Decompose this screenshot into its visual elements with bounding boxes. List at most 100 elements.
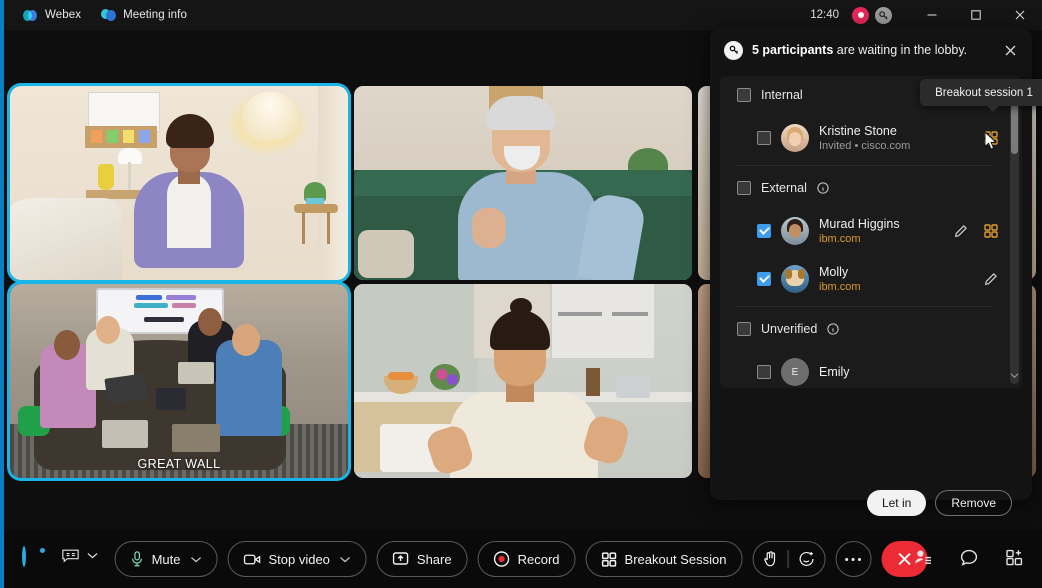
chevron-down-icon[interactable] — [190, 556, 201, 563]
video-feed — [10, 86, 348, 280]
close-window-button[interactable] — [998, 0, 1042, 30]
remove-button[interactable]: Remove — [935, 490, 1012, 516]
row-actions — [954, 224, 1008, 238]
lobby-group-external[interactable]: External — [720, 169, 1008, 207]
participant-subtitle: ibm.com — [819, 280, 974, 294]
meeting-info-label: Meeting info — [123, 9, 187, 21]
group-label: Internal — [761, 88, 803, 102]
row-meta: Kristine Stone Invited • cisco.com — [819, 124, 974, 153]
participant-name: Emily — [819, 365, 1008, 380]
webex-assistant-icon[interactable] — [22, 548, 44, 570]
video-tile[interactable] — [354, 284, 692, 478]
meeting-info-button[interactable]: Meeting info — [91, 0, 197, 30]
let-in-button[interactable]: Let in — [867, 490, 926, 516]
lobby-row-emily[interactable]: E Emily — [720, 348, 1008, 388]
lobby-list-scroll-area[interactable]: Internal Kristine Stone Invited • cisco.… — [720, 76, 1008, 388]
group-checkbox-internal[interactable] — [737, 88, 751, 102]
toolbar-right-controls — [914, 549, 1024, 566]
breakout-session-button[interactable]: Breakout Session — [586, 541, 743, 577]
clock-label: 12:40 — [810, 9, 839, 21]
record-icon — [494, 551, 510, 567]
apps-icon — [1006, 549, 1024, 566]
more-options-button[interactable] — [835, 541, 871, 577]
lobby-list-scrollbar[interactable] — [1010, 80, 1019, 384]
mute-label: Mute — [152, 552, 181, 567]
title-bar-left: Webex Meeting info — [0, 0, 197, 30]
row-checkbox[interactable] — [757, 365, 771, 379]
row-meta: Murad Higgins ibm.com — [819, 217, 944, 246]
close-icon[interactable] — [997, 37, 1023, 63]
lobby-group-unverified[interactable]: Unverified — [720, 310, 1008, 348]
window-left-accent — [0, 0, 4, 588]
row-checkbox[interactable] — [757, 272, 771, 286]
video-feed — [354, 86, 692, 280]
emoji-icon[interactable] — [798, 551, 814, 567]
participants-button[interactable] — [914, 549, 932, 566]
lobby-panel-header: 5 participants are waiting in the lobby. — [710, 28, 1032, 72]
lobby-row-murad-higgins[interactable]: Murad Higgins ibm.com — [720, 207, 1008, 255]
avatar-initial: E — [792, 367, 799, 378]
share-button[interactable]: Share — [377, 541, 468, 577]
info-icon[interactable] — [817, 182, 829, 194]
more-options-icon — [845, 557, 862, 562]
breakout-icon — [602, 552, 617, 567]
participant-name: Molly — [819, 265, 974, 280]
list-divider — [735, 165, 993, 166]
title-bar: Webex Meeting info 12:40 — [0, 0, 1042, 30]
video-tile[interactable] — [10, 86, 348, 280]
lobby-participant-list: Internal Kristine Stone Invited • cisco.… — [720, 76, 1022, 388]
edit-icon[interactable] — [984, 272, 998, 286]
lobby-count-label: 5 participants — [752, 43, 833, 57]
lock-indicator-icon[interactable] — [875, 7, 892, 24]
minimize-button[interactable] — [910, 0, 954, 30]
closed-captions-button[interactable] — [62, 548, 98, 563]
breakout-icon[interactable] — [984, 224, 998, 238]
row-checkbox[interactable] — [757, 224, 771, 238]
lobby-row-molly[interactable]: Molly ibm.com — [720, 255, 1008, 303]
info-icon[interactable] — [827, 323, 839, 335]
title-bar-right: 12:40 — [810, 0, 1042, 30]
share-screen-icon — [393, 552, 409, 566]
record-button[interactable]: Record — [478, 541, 576, 577]
group-label: External — [761, 181, 807, 195]
maximize-button[interactable] — [954, 0, 998, 30]
close-icon — [896, 551, 912, 567]
reactions-group — [752, 541, 825, 577]
meeting-toolbar: Mute Stop video Share — [0, 530, 1042, 588]
video-feed — [10, 284, 348, 478]
row-meta: Emily — [819, 365, 1008, 380]
raise-hand-icon[interactable] — [763, 551, 777, 567]
row-checkbox[interactable] — [757, 131, 771, 145]
mute-button[interactable]: Mute — [115, 541, 218, 577]
list-divider — [735, 306, 993, 307]
camera-icon — [243, 553, 260, 566]
mouse-cursor — [984, 131, 998, 151]
lobby-action-buttons: Let in Remove — [867, 490, 1012, 516]
group-checkbox-unverified[interactable] — [737, 322, 751, 336]
lobby-header-rest: are waiting in the lobby. — [833, 43, 967, 57]
avatar: E — [781, 358, 809, 386]
video-tile[interactable] — [354, 86, 692, 280]
chevron-down-icon[interactable] — [1010, 368, 1019, 382]
breakout-session-tooltip: Breakout session 1 — [920, 79, 1042, 106]
chevron-down-icon[interactable] — [340, 556, 351, 563]
video-tile[interactable]: GREAT WALL — [10, 284, 348, 478]
chat-icon — [960, 549, 978, 566]
lobby-row-kristine-stone[interactable]: Kristine Stone Invited • cisco.com — [720, 114, 1008, 162]
edit-icon[interactable] — [954, 224, 968, 238]
lobby-key-icon — [724, 41, 743, 60]
stop-video-label: Stop video — [268, 552, 329, 567]
chat-button[interactable] — [960, 549, 978, 566]
chevron-down-icon — [87, 552, 98, 559]
group-checkbox-external[interactable] — [737, 181, 751, 195]
recording-indicator-icon[interactable] — [852, 7, 869, 24]
participants-icon — [914, 549, 932, 566]
lobby-header-text: 5 participants are waiting in the lobby. — [752, 43, 967, 57]
record-label: Record — [518, 552, 560, 567]
avatar — [781, 217, 809, 245]
group-label: Unverified — [761, 322, 817, 336]
stop-video-button[interactable]: Stop video — [227, 541, 366, 577]
participant-subtitle: ibm.com — [819, 232, 944, 246]
app-title[interactable]: Webex — [13, 0, 91, 30]
apps-button[interactable] — [1006, 549, 1024, 566]
